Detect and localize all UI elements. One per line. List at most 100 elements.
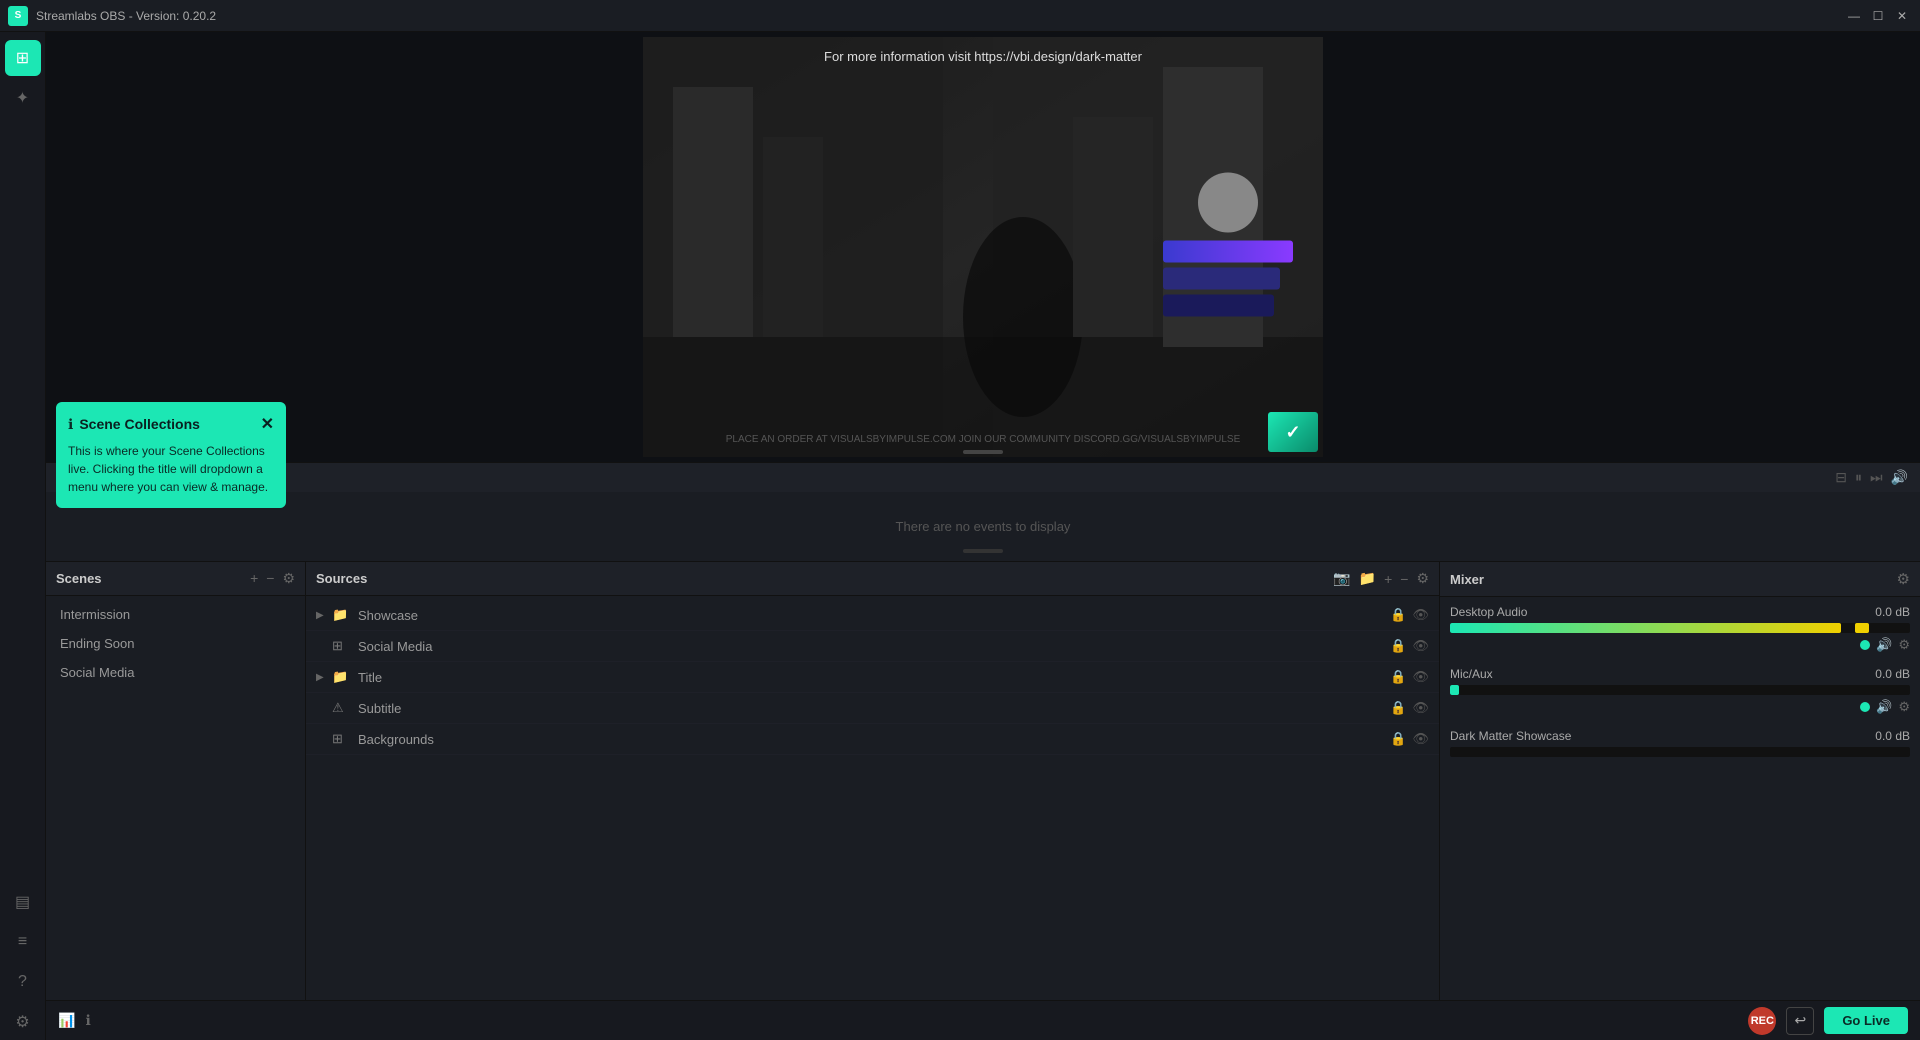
overlay-card — [1163, 173, 1293, 322]
scenes-header: Scenes + − ⚙ — [46, 562, 305, 596]
restore-button[interactable]: ↩ — [1786, 1007, 1814, 1035]
sidebar-item-themes[interactable]: ✦ — [5, 80, 41, 116]
source-item-social-media[interactable]: ⊞ Social Media 🔒 👁 — [306, 631, 1439, 662]
feed-drag-handle[interactable] — [963, 549, 1003, 553]
sidebar: ⊞ ✦ ▤ ≡ ? ⚙ — [0, 32, 46, 1040]
tooltip-header: ℹ Scene Collections ✕ — [68, 414, 274, 434]
source-actions-showcase: 🔒 👁 — [1390, 607, 1429, 623]
source-eye-icon-social-media[interactable]: 👁 — [1412, 638, 1429, 654]
sources-camera-icon[interactable]: 📷 — [1333, 570, 1350, 587]
mic-aux-settings-icon[interactable]: ⚙ — [1898, 699, 1910, 715]
feed-pause-icon[interactable]: ⏸ — [1855, 469, 1862, 486]
source-name-subtitle: Subtitle — [358, 701, 1390, 716]
preview-drag-handle[interactable] — [963, 450, 1003, 454]
tooltip-body: This is where your Scene Collections liv… — [68, 442, 274, 496]
feed-volume-icon[interactable]: 🔊 — [1891, 469, 1908, 486]
footer-info-icon[interactable]: ℹ — [85, 1012, 90, 1029]
scene-item-ending-soon[interactable]: Ending Soon — [46, 629, 305, 658]
mixer-channel-mic-aux-header: Mic/Aux 0.0 dB — [1450, 667, 1910, 681]
source-lock-icon-backgrounds[interactable]: 🔒 — [1390, 731, 1406, 747]
scenes-add-icon[interactable]: + — [250, 570, 258, 587]
footer-stats-icon[interactable]: 📊 — [58, 1012, 75, 1029]
source-eye-icon-backgrounds[interactable]: 👁 — [1412, 731, 1429, 747]
sources-folder-icon[interactable]: 📁 — [1359, 570, 1376, 587]
source-actions-title: 🔒 👁 — [1390, 669, 1429, 685]
feed-skip-icon[interactable]: ⏭ — [1870, 469, 1883, 486]
minimize-button[interactable]: — — [1844, 6, 1864, 26]
source-lock-icon-subtitle[interactable]: 🔒 — [1390, 700, 1406, 716]
desktop-audio-mute-icon[interactable]: 🔊 — [1876, 637, 1892, 653]
mixer-channel-dark-matter-header: Dark Matter Showcase 0.0 dB — [1450, 729, 1910, 743]
sidebar-item-settings[interactable]: ⚙ — [5, 1004, 41, 1040]
mini-feed-header: Mini Feed ⊟ ⏸ ⏭ 🔊 — [46, 463, 1920, 492]
mic-aux-mute-icon[interactable]: 🔊 — [1876, 699, 1892, 715]
mixer-channel-desktop-audio: Desktop Audio 0.0 dB 🔊 ⚙ — [1450, 605, 1910, 653]
footer: 📊 ℹ REC ↩ Go Live — [46, 1000, 1920, 1040]
card-bar-stat1 — [1163, 268, 1280, 290]
mixer-title: Mixer — [1450, 572, 1484, 587]
sources-list: ▶ 📁 Showcase 🔒 👁 ⊞ Social Media — [306, 596, 1439, 1000]
scenes-settings-icon[interactable]: ⚙ — [282, 570, 295, 587]
source-eye-icon-title[interactable]: 👁 — [1412, 669, 1429, 685]
source-folder-icon-showcase: 📁 — [332, 607, 352, 623]
dark-matter-bar — [1450, 747, 1910, 757]
sources-remove-icon[interactable]: − — [1400, 571, 1408, 587]
desktop-audio-settings-icon[interactable]: ⚙ — [1898, 637, 1910, 653]
tooltip-title: Scene Collections — [79, 416, 200, 432]
mini-feed-panel: Mini Feed ⊟ ⏸ ⏭ 🔊 There are no events to… — [46, 462, 1920, 562]
scenes-remove-icon[interactable]: − — [266, 570, 274, 587]
source-lock-icon-social-media[interactable]: 🔒 — [1390, 638, 1406, 654]
mini-feed-controls: ⊟ ⏸ ⏭ 🔊 — [1835, 469, 1908, 486]
sidebar-item-scenes[interactable]: ▤ — [5, 884, 41, 920]
source-name-backgrounds: Backgrounds — [358, 732, 1390, 747]
sources-title: Sources — [316, 571, 367, 586]
avatar-circle — [1198, 173, 1258, 233]
source-icon-subtitle: ⚠ — [332, 700, 352, 716]
source-chevron-showcase: ▶ — [316, 610, 332, 621]
desktop-audio-bar — [1450, 623, 1910, 633]
feed-filter-icon[interactable]: ⊟ — [1835, 469, 1847, 486]
source-chevron-title: ▶ — [316, 672, 332, 683]
sidebar-item-home[interactable]: ⊞ — [5, 40, 41, 76]
source-item-subtitle[interactable]: ⚠ Subtitle 🔒 👁 — [306, 693, 1439, 724]
mixer-channel-mic-aux: Mic/Aux 0.0 dB 🔊 ⚙ — [1450, 667, 1910, 715]
sources-controls: 📷 📁 + − ⚙ — [1333, 570, 1429, 587]
tooltip-title-row: ℹ Scene Collections — [68, 416, 200, 433]
source-item-title[interactable]: ▶ 📁 Title 🔒 👁 — [306, 662, 1439, 693]
titlebar-controls: — ☐ ✕ — [1844, 6, 1912, 26]
mic-aux-bar-fill — [1450, 685, 1459, 695]
scene-item-intermission[interactable]: Intermission — [46, 600, 305, 629]
sources-settings-icon[interactable]: ⚙ — [1416, 570, 1429, 587]
sources-add-icon[interactable]: + — [1384, 571, 1392, 587]
mic-aux-controls: 🔊 ⚙ — [1450, 699, 1910, 715]
golive-button[interactable]: Go Live — [1824, 1007, 1908, 1034]
desktop-audio-bar-fill — [1450, 623, 1841, 633]
source-icon-backgrounds: ⊞ — [332, 731, 352, 747]
mic-aux-name: Mic/Aux — [1450, 667, 1493, 681]
desktop-audio-controls: 🔊 ⚙ — [1450, 637, 1910, 653]
game-scene: ✓ PLACE AN ORDER AT VISUALSBYIMPULSE.COM… — [643, 37, 1323, 457]
source-lock-icon-title[interactable]: 🔒 — [1390, 669, 1406, 685]
desktop-audio-name: Desktop Audio — [1450, 605, 1527, 619]
source-actions-social-media: 🔒 👁 — [1390, 638, 1429, 654]
preview-canvas: For more information visit https://vbi.d… — [643, 37, 1323, 457]
mixer-settings-icon[interactable]: ⚙ — [1897, 570, 1910, 588]
sidebar-item-help[interactable]: ? — [5, 964, 41, 1000]
maximize-button[interactable]: ☐ — [1868, 6, 1888, 26]
source-item-showcase[interactable]: ▶ 📁 Showcase 🔒 👁 — [306, 600, 1439, 631]
source-eye-icon-showcase[interactable]: 👁 — [1412, 607, 1429, 623]
rec-button[interactable]: REC — [1748, 1007, 1776, 1035]
footer-right: REC ↩ Go Live — [1748, 1007, 1908, 1035]
tooltip-close-button[interactable]: ✕ — [261, 414, 274, 434]
mixer-channel-desktop-audio-header: Desktop Audio 0.0 dB — [1450, 605, 1910, 619]
scene-item-social-media[interactable]: Social Media — [46, 658, 305, 687]
card-bar-name — [1163, 241, 1293, 263]
source-name-social-media: Social Media — [358, 639, 1390, 654]
app-logo: S — [8, 6, 28, 26]
source-item-backgrounds[interactable]: ⊞ Backgrounds 🔒 👁 — [306, 724, 1439, 755]
sidebar-item-equalizer[interactable]: ≡ — [5, 924, 41, 960]
mic-aux-db: 0.0 dB — [1875, 667, 1910, 681]
source-lock-icon-showcase[interactable]: 🔒 — [1390, 607, 1406, 623]
close-button[interactable]: ✕ — [1892, 6, 1912, 26]
source-eye-icon-subtitle[interactable]: 👁 — [1412, 700, 1429, 716]
